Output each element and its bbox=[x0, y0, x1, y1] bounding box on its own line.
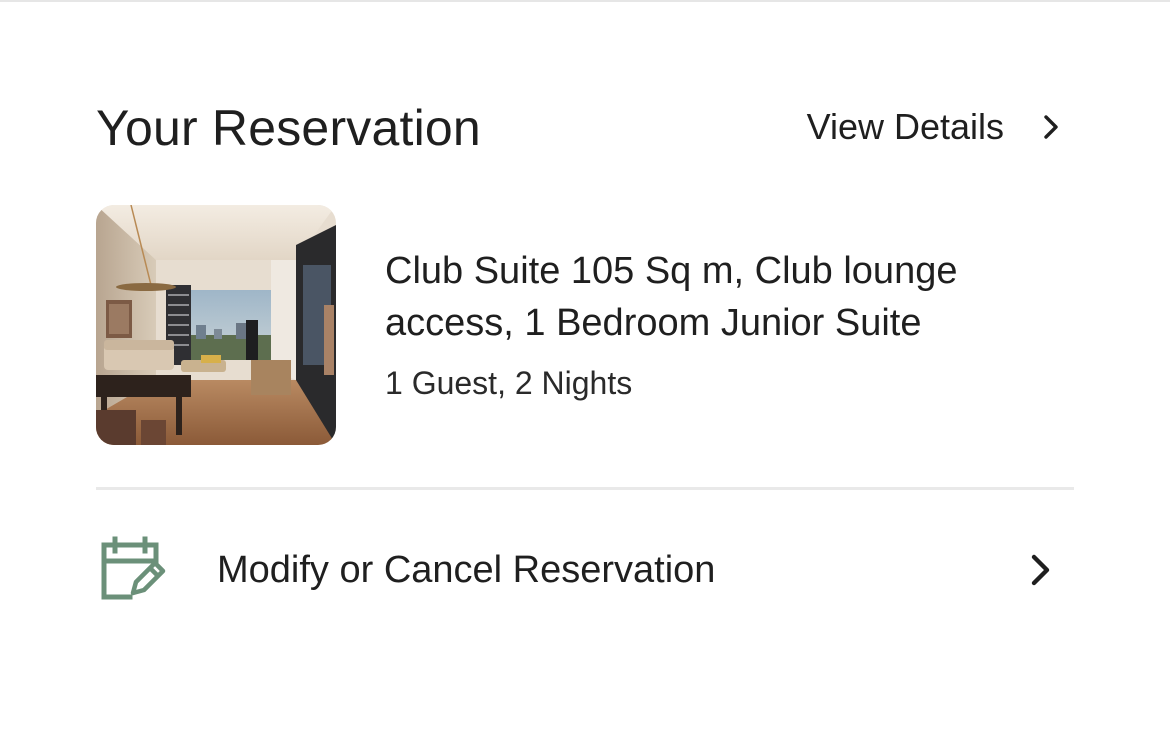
page-title: Your Reservation bbox=[96, 100, 481, 156]
chevron-right-icon bbox=[1031, 554, 1050, 586]
reservation-card[interactable]: Club Suite 105 Sq m, Club lounge access,… bbox=[96, 205, 1074, 445]
modify-cancel-reservation-button[interactable]: Modify or Cancel Reservation bbox=[96, 532, 1074, 608]
view-details-button[interactable]: View Details bbox=[807, 104, 1064, 150]
reservation-header: Your Reservation View Details bbox=[96, 98, 1074, 162]
room-photo bbox=[96, 205, 336, 445]
view-details-label: View Details bbox=[806, 106, 1004, 147]
room-info: Club Suite 105 Sq m, Club lounge access,… bbox=[385, 245, 1025, 403]
calendar-edit-icon bbox=[101, 536, 166, 600]
chevron-right-icon bbox=[1044, 115, 1058, 139]
stay-summary: 1 Guest, 2 Nights bbox=[385, 365, 633, 401]
room-name: Club Suite 105 Sq m, Club lounge access,… bbox=[385, 250, 958, 344]
top-divider bbox=[0, 0, 1170, 2]
section-divider bbox=[96, 487, 1074, 490]
modify-cancel-label: Modify or Cancel Reservation bbox=[217, 549, 716, 591]
